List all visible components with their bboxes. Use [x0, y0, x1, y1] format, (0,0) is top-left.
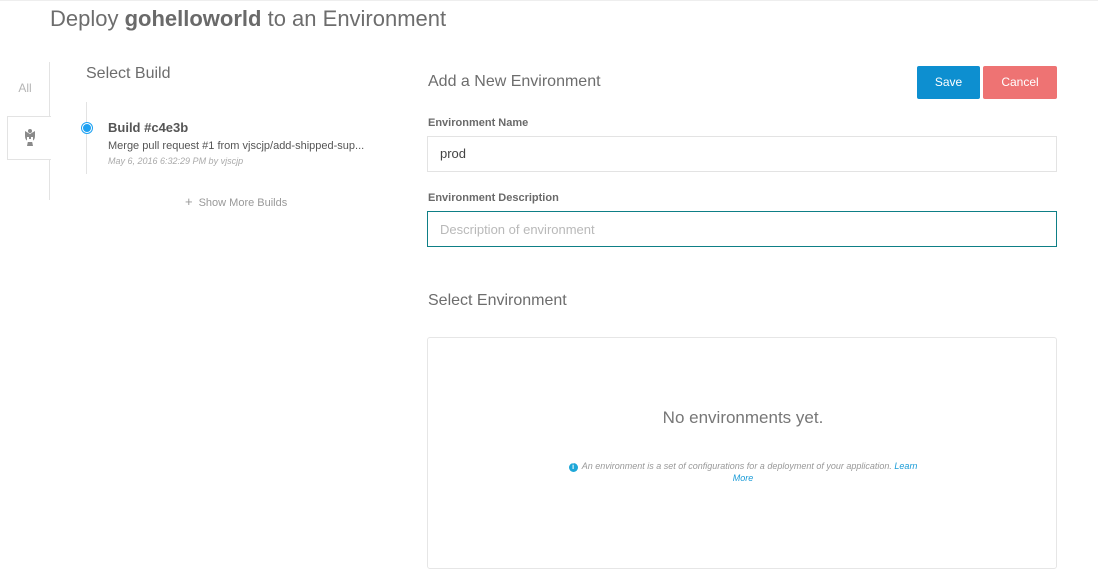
page-title-prefix: Deploy	[50, 6, 125, 31]
filter-jenkins-tab[interactable]	[7, 116, 51, 160]
plus-icon: +	[185, 194, 193, 209]
add-environment-heading: Add a New Environment	[428, 73, 601, 90]
environment-name-field[interactable]: prod	[427, 136, 1057, 172]
environment-help-description: An environment is a set of configuration…	[581, 461, 892, 471]
environment-name-label: Environment Name	[428, 117, 529, 129]
empty-state-text: No environments yet.	[662, 408, 824, 427]
select-environment-heading: Select Environment	[428, 292, 567, 309]
jenkins-butler-icon	[24, 129, 35, 146]
show-more-builds-label: Show More Builds	[198, 197, 288, 209]
build-timeline-line	[86, 102, 87, 174]
build-filter-rail: All	[0, 62, 51, 202]
cancel-button[interactable]: Cancel	[983, 66, 1057, 99]
select-build-heading: Select Build	[86, 65, 171, 82]
build-meta: May 6, 2016 6:32:29 PM by vjscjp	[108, 156, 244, 166]
info-icon: i	[568, 463, 578, 472]
build-commit-message: Merge pull request #1 from vjscjp/add-sh…	[108, 140, 365, 152]
environment-help-text: i An environment is a set of configurati…	[558, 460, 928, 484]
environment-list-panel: No environments yet. i An environment is…	[427, 337, 1057, 569]
top-divider	[0, 0, 1098, 1]
build-selected-dot	[82, 123, 92, 133]
page-title-suffix: to an Environment	[261, 6, 447, 31]
build-title: Build #c4e3b	[108, 120, 189, 135]
page-title: Deploy gohelloworld to an Environment	[50, 6, 446, 32]
environment-description-label: Environment Description	[428, 192, 559, 204]
app-name: gohelloworld	[124, 6, 262, 31]
filter-all-tab[interactable]: All	[0, 81, 50, 95]
show-more-builds-link[interactable]: + Show More Builds	[185, 194, 287, 209]
environment-description-field[interactable]	[427, 211, 1057, 247]
save-button[interactable]: Save	[917, 66, 980, 99]
